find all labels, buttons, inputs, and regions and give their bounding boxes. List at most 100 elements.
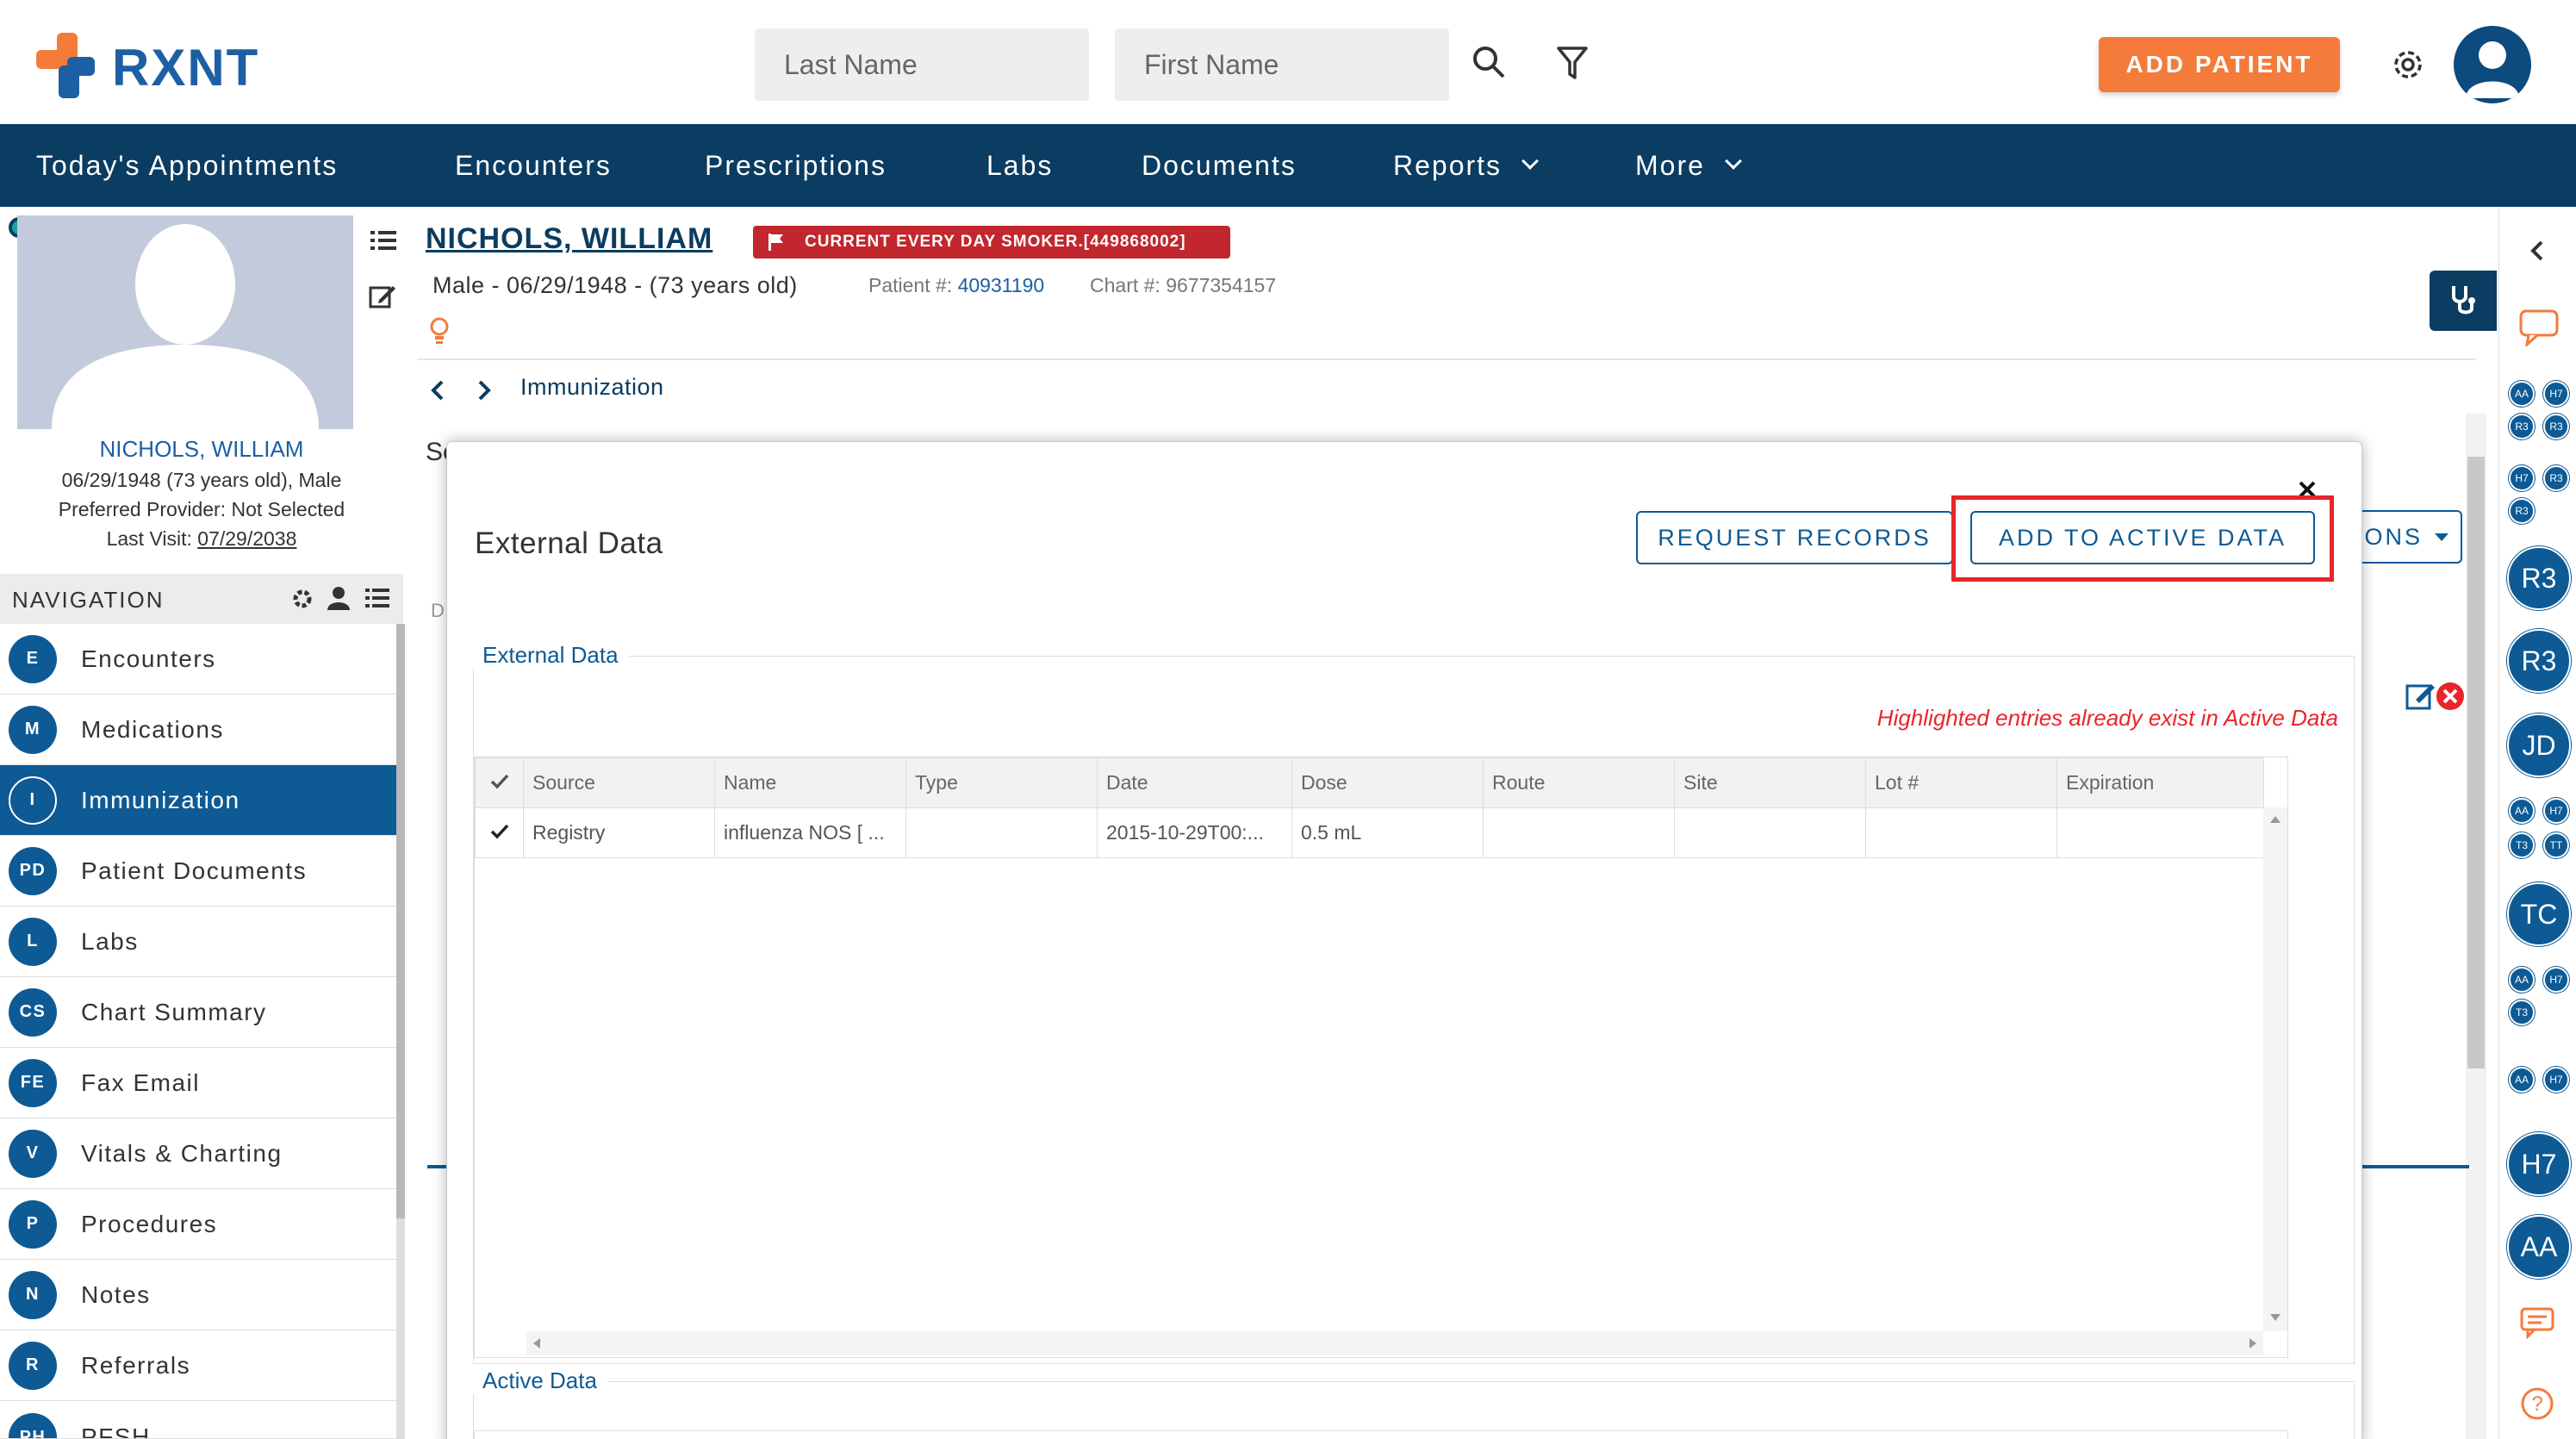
column-header-source[interactable]: Source — [523, 757, 715, 808]
nav-item-chart-summary[interactable]: CS Chart Summary — [0, 977, 396, 1048]
nav-item-vitals-charting[interactable]: V Vitals & Charting — [0, 1118, 396, 1189]
user-avatar[interactable] — [2454, 26, 2531, 103]
user-bubble[interactable]: R3 — [2543, 465, 2569, 491]
last-visit-date[interactable]: 07/29/2038 — [197, 527, 296, 550]
row-select-check[interactable] — [475, 807, 524, 858]
column-header-site[interactable]: Site — [1674, 757, 1866, 808]
chevron-left-icon[interactable] — [429, 379, 445, 402]
list-icon[interactable] — [370, 229, 396, 252]
page-scrollbar-thumb[interactable] — [2467, 457, 2485, 1068]
scroll-down-arrow-icon[interactable] — [2270, 1314, 2280, 1321]
column-header-expiration[interactable]: Expiration — [2056, 757, 2264, 808]
user-bubble[interactable]: AA — [2509, 967, 2535, 993]
nav-item-patient-documents[interactable]: PD Patient Documents — [0, 836, 396, 906]
patient-number: Patient #: 40931190 — [868, 274, 1044, 297]
list-icon[interactable] — [365, 588, 389, 608]
scroll-left-arrow-icon[interactable] — [533, 1338, 540, 1349]
user-bubble[interactable]: H7 — [2543, 1067, 2569, 1093]
nav-label: Medications — [81, 715, 224, 743]
edit-delete-icons[interactable] — [2404, 679, 2466, 713]
scroll-up-arrow-icon[interactable] — [2270, 816, 2280, 823]
collapse-chevron-icon[interactable] — [2529, 240, 2544, 262]
column-header-lot[interactable]: Lot # — [1865, 757, 2057, 808]
menu-documents[interactable]: Documents — [1142, 124, 1297, 207]
column-header-type[interactable]: Type — [905, 757, 1098, 808]
scroll-right-arrow-icon[interactable] — [2249, 1338, 2256, 1349]
nav-item-referrals[interactable]: R Referrals — [0, 1330, 396, 1401]
checkmark-icon — [490, 774, 508, 789]
nav-item-immunization[interactable]: I Immunization — [0, 765, 396, 836]
nav-badge: FE — [9, 1058, 57, 1107]
column-header-name[interactable]: Name — [714, 757, 906, 808]
first-name-search-input[interactable] — [1115, 28, 1449, 101]
help-icon[interactable]: ? — [2519, 1386, 2555, 1422]
person-icon[interactable] — [327, 586, 350, 610]
nav-item-notes[interactable]: N Notes — [0, 1260, 396, 1330]
rxnt-logo[interactable]: RXNT — [36, 33, 286, 102]
patient-number-value[interactable]: 40931190 — [958, 274, 1045, 296]
user-bubble[interactable]: AA — [2509, 1067, 2535, 1093]
user-bubble[interactable]: H7 — [2507, 1132, 2571, 1196]
add-patient-button[interactable]: ADD PATIENT — [2099, 37, 2340, 92]
top-header: RXNT ADD PATIENT — [0, 0, 2576, 124]
table-header-row: Source Name Type Date Dose Route Site Lo… — [475, 757, 2264, 808]
add-to-active-data-button[interactable]: ADD TO ACTIVE DATA — [1970, 511, 2315, 564]
user-bubble[interactable]: R3 — [2507, 629, 2571, 693]
nav-label: Notes — [81, 1280, 151, 1308]
user-bubble[interactable]: TT — [2543, 832, 2569, 858]
last-name-search-input[interactable] — [755, 28, 1089, 101]
user-bubble[interactable]: R3 — [2507, 546, 2571, 610]
grid-vertical-scrollbar[interactable] — [2263, 807, 2287, 1331]
column-header-date[interactable]: Date — [1097, 757, 1292, 808]
edit-icon[interactable] — [369, 283, 396, 310]
message-icon[interactable] — [2519, 1306, 2555, 1339]
user-bubble[interactable]: T3 — [2509, 832, 2535, 858]
user-bubble[interactable]: H7 — [2543, 798, 2569, 824]
user-bubble[interactable]: H7 — [2509, 465, 2535, 491]
left-scrollbar-thumb[interactable] — [396, 624, 405, 1218]
column-header-route[interactable]: Route — [1483, 757, 1675, 808]
nav-item-pfsh[interactable]: PH PFSH — [0, 1401, 396, 1439]
chat-icon[interactable] — [2518, 308, 2560, 346]
user-bubble[interactable]: AA — [2509, 381, 2535, 407]
menu-todays-appointments[interactable]: Today's Appointments — [36, 124, 338, 207]
user-bubble[interactable]: JD — [2507, 713, 2571, 777]
gear-icon[interactable] — [2388, 45, 2428, 84]
patient-name-link[interactable]: NICHOLS, WILLIAM — [426, 222, 712, 256]
patient-photo — [17, 215, 353, 429]
menu-encounters[interactable]: Encounters — [455, 124, 612, 207]
table-row[interactable]: Registry influenza NOS [ ... 2015-10-29T… — [475, 807, 2264, 858]
active-data-fieldset: Active Data — [472, 1367, 2355, 1439]
user-bubble[interactable]: R3 — [2543, 414, 2569, 439]
person-silhouette-icon — [52, 224, 319, 429]
chevron-right-icon[interactable] — [477, 379, 493, 402]
menu-more[interactable]: More — [1635, 124, 1742, 207]
menu-prescriptions[interactable]: Prescriptions — [705, 124, 887, 207]
user-bubble[interactable]: H7 — [2543, 967, 2569, 993]
user-bubble[interactable]: AA — [2507, 1215, 2571, 1279]
user-bubble[interactable]: AA — [2509, 798, 2535, 824]
nav-item-labs[interactable]: L Labs — [0, 906, 396, 977]
patient-card-name[interactable]: NICHOLS, WILLIAM — [0, 436, 403, 463]
menu-labs[interactable]: Labs — [986, 124, 1053, 207]
filter-icon[interactable] — [1556, 45, 1589, 81]
user-bubble[interactable]: H7 — [2543, 381, 2569, 407]
breadcrumb-immunization: Immunization — [520, 374, 664, 400]
user-bubble[interactable]: T3 — [2509, 1000, 2535, 1025]
column-header-dose[interactable]: Dose — [1291, 757, 1484, 808]
clinical-tools-button[interactable] — [2430, 271, 2497, 331]
user-bubble[interactable]: R3 — [2509, 414, 2535, 439]
request-records-button[interactable]: REQUEST RECORDS — [1636, 511, 1953, 564]
select-all-check[interactable] — [475, 757, 524, 808]
settings-gear-icon[interactable] — [291, 588, 314, 610]
nav-item-medications[interactable]: M Medications — [0, 695, 396, 765]
search-icon[interactable] — [1472, 45, 1506, 79]
menu-reports[interactable]: Reports — [1393, 124, 1539, 207]
user-bubble[interactable]: TC — [2507, 882, 2571, 946]
nav-item-procedures[interactable]: P Procedures — [0, 1189, 396, 1260]
user-bubble[interactable]: R3 — [2509, 498, 2535, 524]
lightbulb-icon[interactable] — [429, 317, 450, 346]
nav-item-fax-email[interactable]: FE Fax Email — [0, 1048, 396, 1118]
nav-item-encounters[interactable]: E Encounters — [0, 624, 396, 695]
grid-horizontal-scrollbar[interactable] — [526, 1331, 2263, 1355]
